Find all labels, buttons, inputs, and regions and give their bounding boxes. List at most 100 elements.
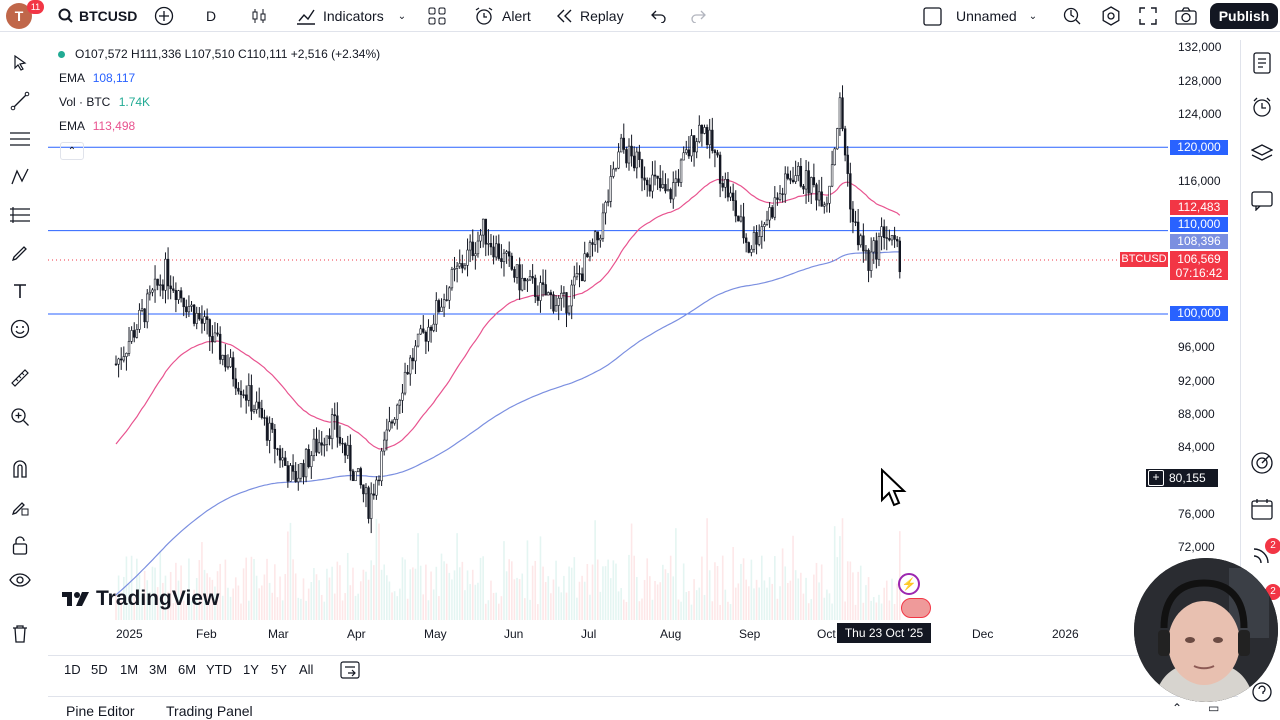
candle <box>221 354 224 366</box>
volume-bar <box>422 594 425 620</box>
candle <box>245 385 248 414</box>
candle <box>130 326 133 344</box>
candle <box>583 241 586 282</box>
volume-bar <box>818 582 820 620</box>
chat-icon[interactable] <box>1250 189 1274 213</box>
range-button-3m[interactable]: 3M <box>149 662 167 677</box>
pine-editor-tab[interactable]: Pine Editor <box>66 703 134 719</box>
watchlist-icon[interactable] <box>1250 51 1274 75</box>
volume-bar <box>464 590 466 620</box>
volume-bar <box>672 576 675 620</box>
redo-button[interactable] <box>690 0 706 32</box>
collapse-legend-button[interactable]: ⌃ <box>60 142 84 160</box>
volume-bar <box>294 573 297 620</box>
indicators-button[interactable]: Indicators ⌄ <box>296 0 406 32</box>
range-button-1m[interactable]: 1M <box>120 662 138 677</box>
ema1-legend[interactable]: EMA 108,117 <box>59 71 135 85</box>
lightning-event-icon[interactable]: ⚡ <box>898 573 920 595</box>
trading-panel-tab[interactable]: Trading Panel <box>166 703 253 719</box>
drawing-lock-icon[interactable] <box>8 495 32 519</box>
cursor-icon[interactable] <box>8 51 32 75</box>
fullscreen-button[interactable] <box>1139 0 1157 32</box>
us-flag-event-icon[interactable] <box>901 598 931 618</box>
symbol-search[interactable]: BTCUSD <box>58 0 137 32</box>
range-button-5y[interactable]: 5Y <box>271 662 287 677</box>
candle <box>632 146 636 172</box>
replay-button[interactable]: Replay <box>556 0 624 32</box>
volume-bar <box>784 566 787 620</box>
fib-icon[interactable] <box>8 203 32 227</box>
brush-icon[interactable] <box>8 241 32 265</box>
emoji-icon[interactable] <box>8 317 32 341</box>
trend-line-icon[interactable] <box>8 89 32 113</box>
crosshair-price-label[interactable]: + 80,155 <box>1146 469 1218 487</box>
range-button-6m[interactable]: 6M <box>178 662 196 677</box>
range-button-all[interactable]: All <box>299 662 313 677</box>
candle <box>367 485 370 524</box>
candle <box>125 352 128 371</box>
price-chart[interactable] <box>48 38 1238 650</box>
calendar-icon[interactable] <box>1250 497 1274 521</box>
go-to-date-button[interactable] <box>340 661 360 682</box>
range-button-1y[interactable]: 1Y <box>243 662 259 677</box>
layers-icon[interactable] <box>1250 141 1274 165</box>
publish-button[interactable]: Publish <box>1210 3 1278 29</box>
volume-bar <box>716 566 719 620</box>
time-tick: Oct <box>817 627 836 641</box>
candle <box>440 298 443 312</box>
range-button-1d[interactable]: 1D <box>64 662 81 677</box>
range-button-ytd[interactable]: YTD <box>206 662 232 677</box>
text-icon[interactable] <box>8 279 32 303</box>
candle <box>401 384 404 413</box>
volume-bar <box>409 569 412 620</box>
magnet-icon[interactable] <box>8 457 32 481</box>
ema2-legend[interactable]: EMA 113,498 <box>59 119 135 133</box>
ruler-icon[interactable] <box>8 366 32 390</box>
maximize-panel-icon[interactable]: ▭ <box>1208 701 1219 715</box>
pattern-icon[interactable] <box>8 165 32 189</box>
settings-button[interactable] <box>1101 0 1121 32</box>
candle <box>612 161 615 179</box>
chart-type-button[interactable] <box>250 0 268 32</box>
volume-bar <box>883 587 885 620</box>
volume-bar <box>537 604 539 620</box>
interval-button[interactable]: D <box>206 0 216 32</box>
candle <box>505 249 508 264</box>
volume-bar <box>776 598 779 620</box>
lock-icon[interactable] <box>8 534 32 558</box>
volume-bar <box>698 587 701 620</box>
price-axis[interactable]: 132,000 128,000 124,000 116,000 96,000 92,000… <box>1168 38 1238 628</box>
alerts-clock-icon[interactable] <box>1250 95 1274 119</box>
candle <box>325 435 329 452</box>
layout-checkbox[interactable] <box>923 0 942 32</box>
volume-bar <box>667 573 669 620</box>
undo-button[interactable] <box>651 0 667 32</box>
volume-legend[interactable]: Vol · BTC 1.74K <box>59 95 150 109</box>
candles <box>114 85 902 534</box>
volume-bar <box>425 564 427 620</box>
quick-search-button[interactable] <box>1062 0 1082 32</box>
volume-bar <box>656 584 659 620</box>
candle <box>682 146 685 161</box>
layout-name-dropdown[interactable]: Unnamed ⌄ <box>956 0 1037 32</box>
collapse-panel-icon[interactable]: ⌃ <box>1172 701 1182 715</box>
eye-icon[interactable] <box>8 568 32 592</box>
compare-symbol-button[interactable] <box>154 0 174 32</box>
plus-icon[interactable]: + <box>1148 470 1164 486</box>
volume-bar <box>326 568 328 620</box>
time-axis[interactable]: 2025 Feb Mar Apr May Jun Jul Aug Sep Oct Dec 2026 <box>48 624 1168 644</box>
candle <box>135 324 139 339</box>
candle <box>338 425 342 446</box>
templates-button[interactable] <box>428 0 446 32</box>
snapshot-button[interactable] <box>1175 0 1197 32</box>
horizontal-lines-icon[interactable] <box>8 127 32 151</box>
candle <box>640 158 644 192</box>
trash-icon[interactable] <box>8 622 32 646</box>
zoom-in-icon[interactable] <box>8 405 32 429</box>
tradingview-watermark[interactable]: TradingView <box>62 587 219 611</box>
candle <box>414 340 417 375</box>
chart-pane[interactable]: O107,572 H111,336 L107,510 C110,111 +2,5… <box>48 38 1238 650</box>
range-button-5d[interactable]: 5D <box>91 662 108 677</box>
alert-button[interactable]: Alert <box>474 0 531 32</box>
target-icon[interactable] <box>1250 451 1274 475</box>
